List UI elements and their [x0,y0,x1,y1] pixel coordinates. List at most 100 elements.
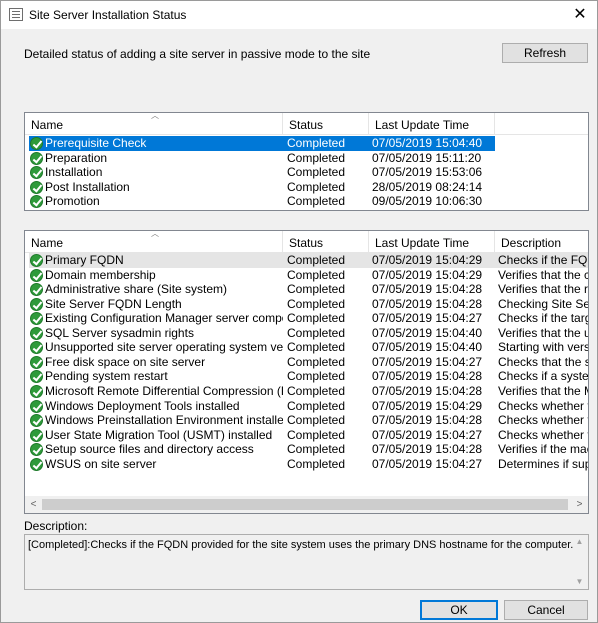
list-item[interactable]: SQL Server sysadmin rights Completed 07/05… [25,326,588,341]
completed-check-icon [30,180,43,194]
scroll-up-icon[interactable]: ▲ [571,535,588,549]
column-header-description[interactable]: Description [495,231,588,253]
item-last-update-time: 07/05/2019 15:11:20 [372,150,482,165]
item-status: Completed [287,427,346,442]
scrollbar-thumb[interactable] [42,499,568,510]
list-item[interactable]: Windows Deployment Tools installed Comple… [25,399,588,414]
list-item[interactable]: Free disk space on site server Completed 0… [25,355,588,370]
item-description: Verifies that the Micros [498,383,588,398]
item-name: Pending system restart [29,369,283,384]
item-name-text: Free disk space on site server [45,354,206,369]
completed-check-icon [30,457,43,471]
item-name-text: Existing Configuration Manager server co… [45,311,283,326]
list-item[interactable]: Unsupported site server operating system… [25,340,588,355]
item-name-text: Promotion [45,194,100,209]
column-header-name[interactable]: Name [25,113,283,135]
item-description: Verifies that the user a [498,325,588,340]
item-name: Primary FQDN [29,253,283,268]
list-item[interactable]: Post Installation Completed 28/05/2019 08:… [25,180,588,195]
item-last-update-time: 07/05/2019 15:04:28 [372,296,483,311]
item-name: Microsoft Remote Differential Compressio… [29,384,283,399]
refresh-button[interactable]: Refresh [502,43,588,63]
item-name-text: Microsoft Remote Differential Compressio… [45,383,283,398]
list-item[interactable]: Primary FQDN Completed 07/05/2019 15:04:29… [25,253,588,268]
item-name-text: SQL Server sysadmin rights [45,325,194,340]
list-item[interactable]: Administrative share (Site system) Comple… [25,282,588,297]
completed-check-icon [30,414,43,428]
scroll-right-icon[interactable]: > [571,496,588,513]
item-description: Checks if the FQDN p [495,253,588,268]
list-item[interactable]: WSUS on site server Completed 07/05/2019 1… [25,457,588,472]
stages-list[interactable]: ︿ Name Status Last Update Time Prerequis… [24,112,589,211]
item-name: WSUS on site server [29,457,283,472]
item-name-text: Windows Preinstallation Environment inst… [45,413,283,428]
list-item[interactable]: Preparation Completed 07/05/2019 15:11:20 [25,151,588,166]
column-header-name[interactable]: Name [25,231,283,253]
item-name-text: Domain membership [45,267,156,282]
list-item[interactable]: User State Migration Tool (USMT) install… [25,428,588,443]
item-status: Completed [287,413,346,428]
item-description: Checks if the target sit [498,311,588,326]
item-last-update-time: 07/05/2019 15:04:28 [372,369,483,384]
description-scrollbar[interactable]: ▲ ▼ [571,535,588,589]
item-last-update-time: 07/05/2019 15:04:40 [369,136,495,151]
cancel-button[interactable]: Cancel [504,600,588,620]
item-name-text: User State Migration Tool (USMT) install… [45,427,273,442]
item-status: Completed [283,136,369,151]
description-label: Description: [24,519,88,533]
item-name: Prerequisite Check [29,136,283,151]
list-item[interactable]: Setup source files and directory access C… [25,442,588,457]
item-last-update-time: 07/05/2019 15:04:40 [372,325,483,340]
completed-check-icon [30,297,43,311]
ok-button[interactable]: OK [420,600,498,620]
scroll-down-icon[interactable]: ▼ [571,575,588,589]
item-name-text: Windows Deployment Tools installed [45,398,240,413]
item-last-update-time: 07/05/2019 15:04:29 [369,253,495,268]
item-status: Completed [287,311,346,326]
item-status: Completed [287,194,346,209]
description-box: [Completed]:Checks if the FQDN provided … [24,534,589,590]
list-item[interactable]: Promotion Completed 09/05/2019 10:06:30 [25,194,588,209]
list-item[interactable]: Existing Configuration Manager server co… [25,311,588,326]
item-name: Free disk space on site server [29,355,283,370]
item-last-update-time: 07/05/2019 15:04:28 [372,413,483,428]
item-last-update-time: 28/05/2019 08:24:14 [372,179,483,194]
item-last-update-time: 07/05/2019 15:04:40 [372,340,483,355]
list-item[interactable]: Microsoft Remote Differential Compressio… [25,384,588,399]
item-description: Determines if supporte [498,456,588,471]
list-item[interactable]: Installation Completed 07/05/2019 15:53:06 [25,165,588,180]
column-header-last-update-time[interactable]: Last Update Time [369,113,495,135]
column-header-status[interactable]: Status [283,231,369,253]
item-status: Completed [287,325,346,340]
item-status: Completed [287,398,346,413]
item-description: Checks whether the U [498,427,588,442]
completed-check-icon [30,384,43,398]
item-name: Post Installation [29,180,283,195]
item-last-update-time: 07/05/2019 15:04:27 [372,354,483,369]
list-item[interactable]: Site Server FQDN Length Completed 07/05/20… [25,297,588,312]
item-name: Unsupported site server operating system… [29,340,283,355]
column-header-last-update-time[interactable]: Last Update Time [369,231,495,253]
item-last-update-time: 07/05/2019 15:53:06 [372,165,483,180]
item-last-update-time: 07/05/2019 15:04:27 [372,456,483,471]
item-name: Windows Deployment Tools installed [29,399,283,414]
item-name-text: Setup source files and directory access [45,442,254,457]
item-status: Completed [287,179,346,194]
prerequisite-checks-list[interactable]: ︿ Name Status Last Update Time Descripti… [24,230,589,514]
site-server-installation-status-dialog: Site Server Installation Status ✕ Detail… [0,0,598,623]
scroll-left-icon[interactable]: < [25,496,42,513]
item-description: Verifies that the compu [498,267,588,282]
column-header-status[interactable]: Status [283,113,369,135]
list-item[interactable]: Prerequisite Check Completed 07/05/2019 15… [25,136,588,151]
horizontal-scrollbar[interactable]: < > [25,496,588,513]
close-button[interactable]: ✕ [569,5,591,25]
completed-check-icon [30,166,43,180]
item-last-update-time: 07/05/2019 15:04:28 [372,383,483,398]
list-item[interactable]: Windows Preinstallation Environment inst… [25,413,588,428]
list-item[interactable]: Domain membership Completed 07/05/2019 15:… [25,268,588,283]
item-status: Completed [287,383,346,398]
list-item[interactable]: Pending system restart Completed 07/05/201… [25,369,588,384]
item-description: Verifies if the machine [498,442,588,457]
completed-check-icon [30,355,43,369]
item-name-text: Site Server FQDN Length [45,296,182,311]
